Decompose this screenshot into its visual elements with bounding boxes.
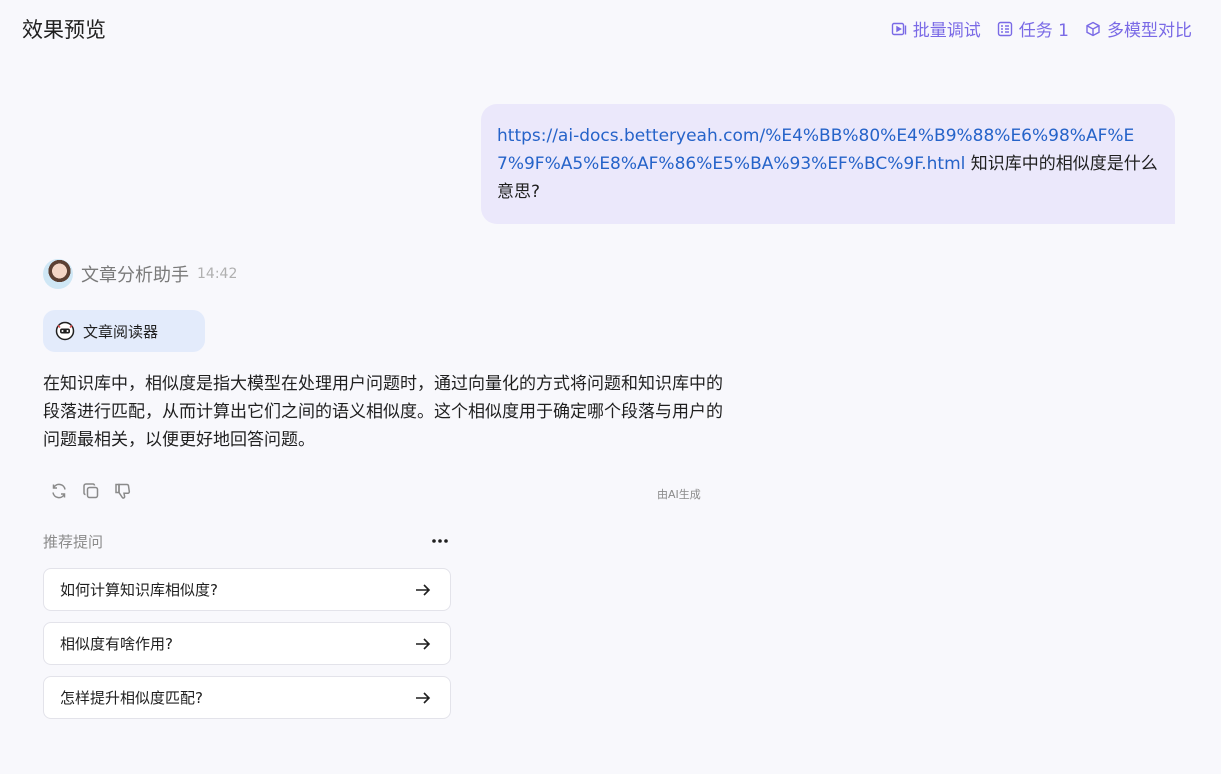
page-title: 效果预览: [22, 18, 106, 42]
arrow-right-icon: [416, 637, 431, 650]
recommend-title: 推荐提问: [43, 533, 104, 551]
arrow-right-icon: [416, 691, 431, 704]
tool-chip[interactable]: 文章阅读器: [43, 310, 205, 352]
copy-icon[interactable]: [82, 482, 100, 500]
recommend-list: 如何计算知识库相似度? 相似度有啥作用? 怎样提升相似度匹配?: [43, 568, 451, 730]
recommend-item-label: 怎样提升相似度匹配?: [60, 689, 203, 707]
recommend-item[interactable]: 如何计算知识库相似度?: [43, 568, 451, 611]
refresh-icon[interactable]: [50, 482, 68, 500]
batch-debug-label: 批量调试: [912, 21, 981, 41]
more-options-button[interactable]: [430, 531, 450, 551]
recommend-item-label: 相似度有啥作用?: [60, 635, 173, 653]
multi-model-compare-button[interactable]: 多模型对比: [1085, 16, 1192, 41]
tasks-button[interactable]: 任务 1: [997, 16, 1069, 41]
answer-actions: [50, 482, 132, 500]
avatar: [43, 259, 73, 289]
assistant-name: 文章分析助手: [81, 265, 189, 286]
batch-debug-button[interactable]: 批量调试: [891, 16, 981, 41]
more-dots-icon: [432, 539, 448, 543]
preview-page: 效果预览 批量调试 任务 1 多模型对比 https://ai-docs.bet…: [0, 0, 1221, 774]
cube-icon: [1086, 21, 1100, 36]
multi-model-compare-label: 多模型对比: [1107, 21, 1192, 41]
recommend-item[interactable]: 怎样提升相似度匹配?: [43, 676, 451, 719]
assistant-answer: 在知识库中，相似度是指大模型在处理用户问题时，通过向量化的方式将问题和知识库中的…: [43, 374, 723, 450]
recommend-item[interactable]: 相似度有啥作用?: [43, 622, 451, 665]
task-list-icon: [997, 21, 1012, 36]
assistant-header: 文章分析助手 14:42: [43, 259, 237, 289]
user-message-bubble: https://ai-docs.betteryeah.com/%E4%BB%80…: [481, 104, 1175, 224]
thumbs-down-icon[interactable]: [114, 482, 132, 500]
arrow-right-icon: [416, 583, 431, 596]
recommend-item-label: 如何计算知识库相似度?: [60, 581, 218, 599]
tool-name: 文章阅读器: [83, 322, 159, 341]
robot-icon: [55, 321, 75, 341]
message-timestamp: 14:42: [197, 266, 238, 282]
header-actions: 批量调试 任务 1 多模型对比: [891, 16, 1192, 41]
play-square-icon: [891, 22, 906, 35]
ai-generated-label: 由AI生成: [657, 488, 701, 501]
tasks-label: 任务 1: [1018, 21, 1069, 41]
